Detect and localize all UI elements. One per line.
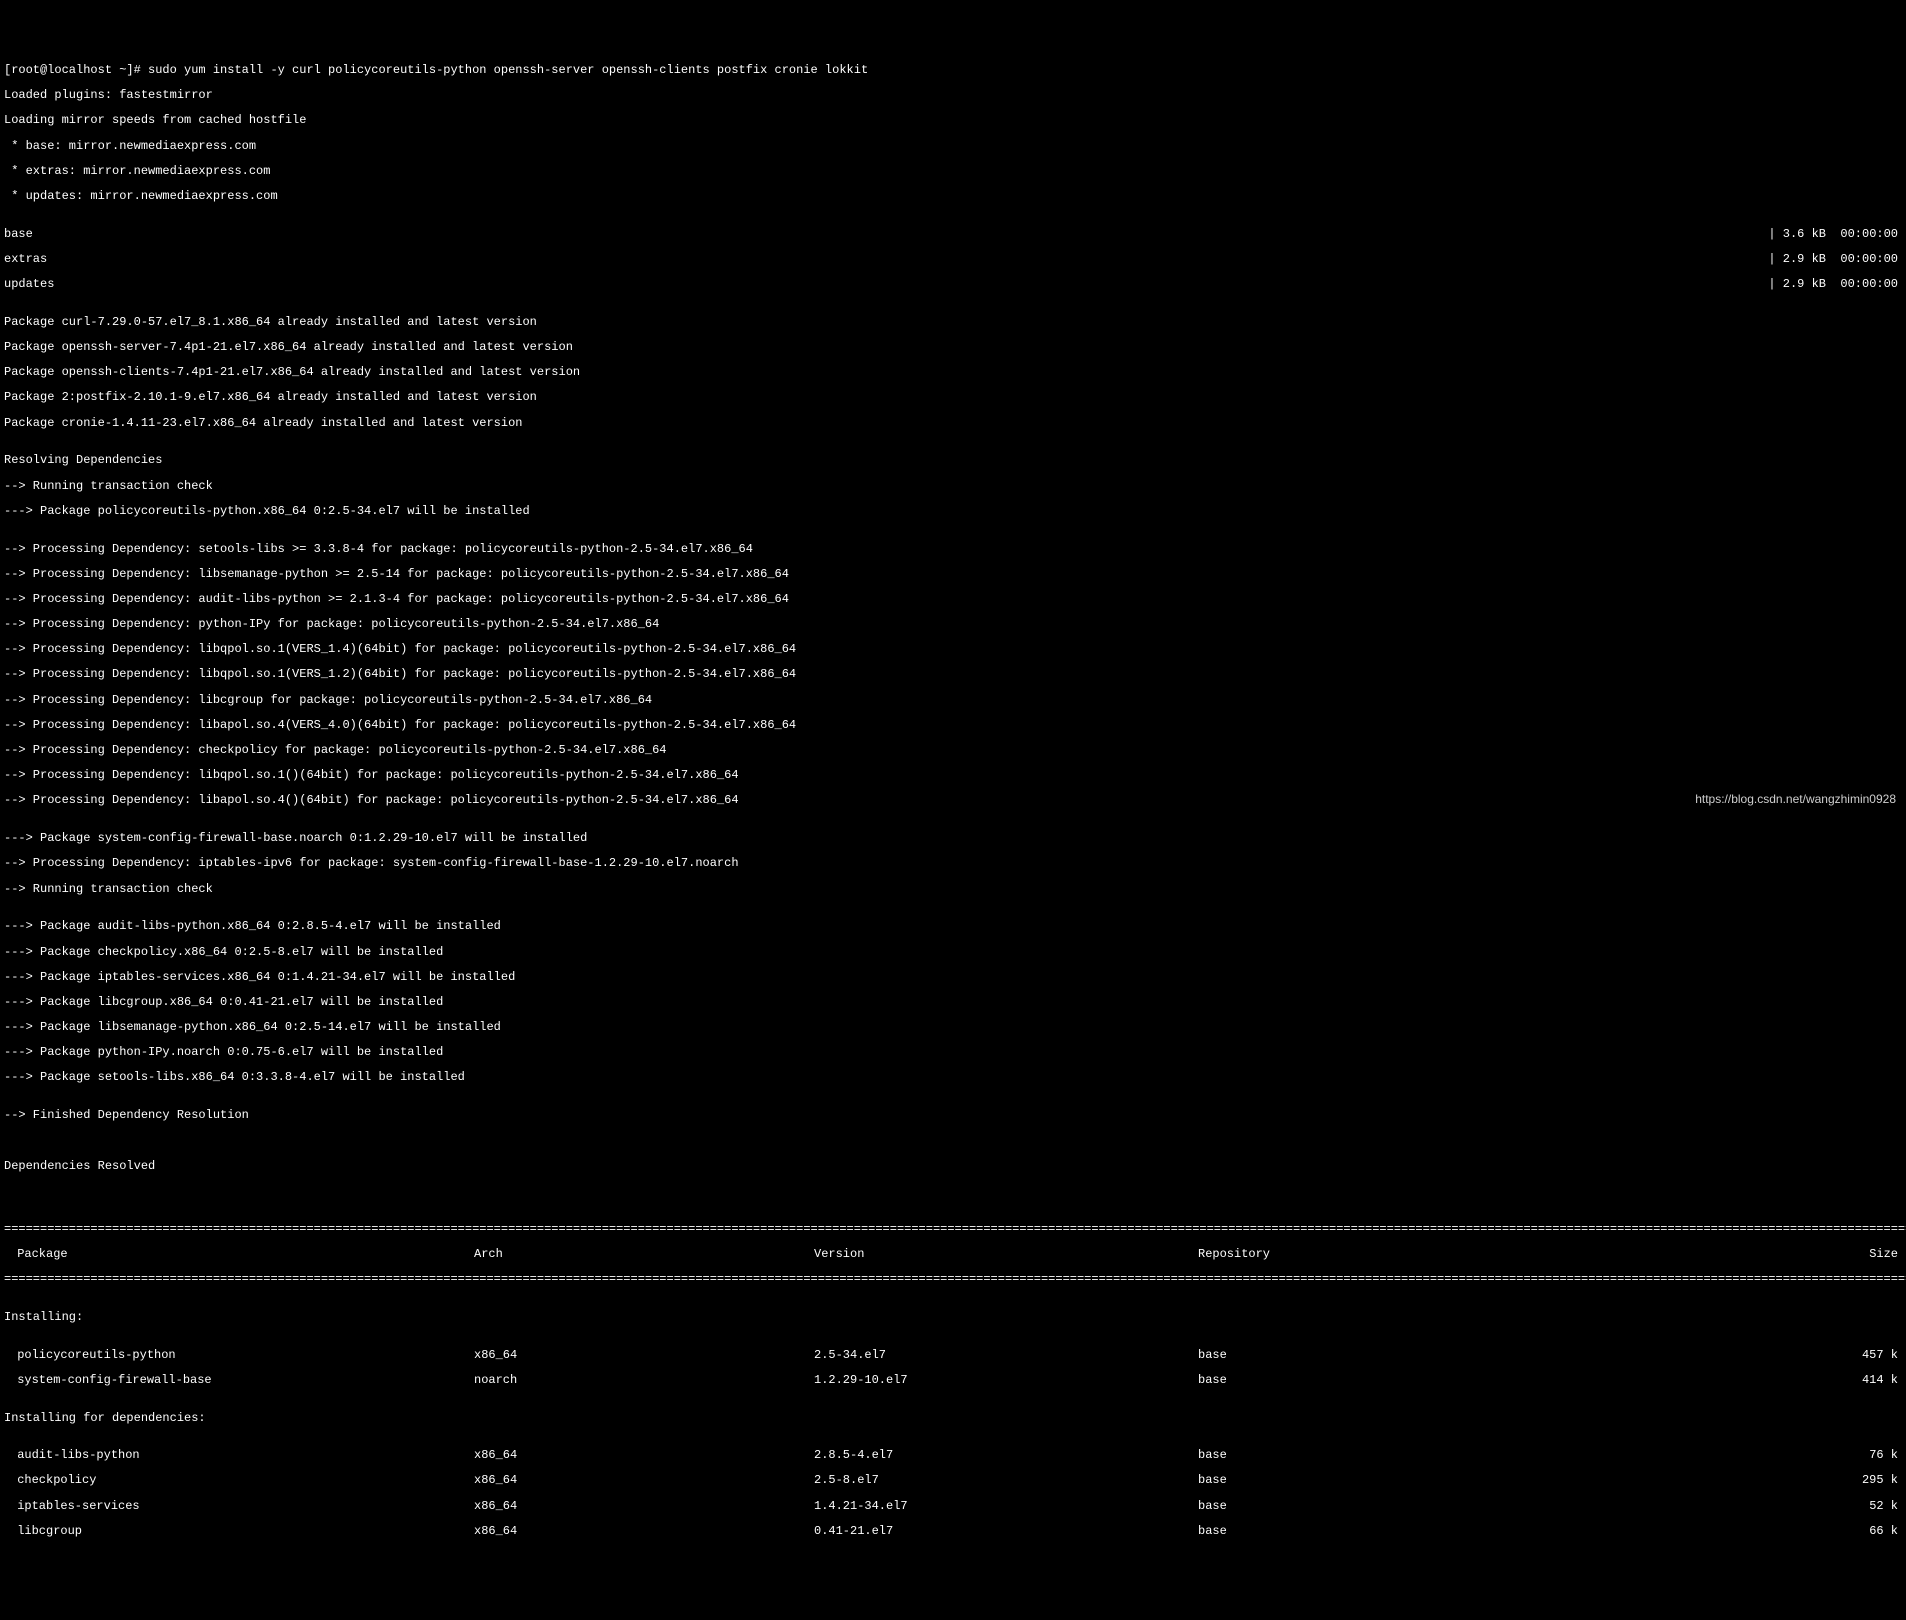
installed-msg: Package 2:postfix-2.10.1-9.el7.x86_64 al… <box>4 391 1902 404</box>
repo-meta: | 3.6 kB 00:00:00 <box>1430 228 1902 241</box>
cell-arch: noarch <box>474 1374 814 1387</box>
blank-line <box>4 1134 1902 1147</box>
cell-version: 1.2.29-10.el7 <box>814 1374 1198 1387</box>
cell-package: iptables-services <box>4 1500 474 1513</box>
plugins-line: Loaded plugins: fastestmirror <box>4 89 1902 102</box>
col-size: Size <box>1531 1248 1902 1261</box>
watermark: https://blog.csdn.net/wangzhimin0928 <box>1695 793 1896 806</box>
deps-resolved: Dependencies Resolved <box>4 1160 1902 1173</box>
installed-msg: Package openssh-clients-7.4p1-21.el7.x86… <box>4 366 1902 379</box>
cell-repo: base <box>1198 1349 1531 1362</box>
col-version: Version <box>814 1248 1198 1261</box>
cell-package: policycoreutils-python <box>4 1349 474 1362</box>
cell-repo: base <box>1198 1374 1531 1387</box>
cell-arch: x86_64 <box>474 1500 814 1513</box>
cell-repo: base <box>1198 1449 1531 1462</box>
cell-repo: base <box>1198 1474 1531 1487</box>
repo-name: extras <box>4 253 1430 266</box>
table-row: audit-libs-python x86_64 2.8.5-4.el7 bas… <box>4 1449 1902 1462</box>
dep-line: --> Processing Dependency: audit-libs-py… <box>4 593 1902 606</box>
col-package: Package <box>4 1248 474 1261</box>
hr-line: ========================================… <box>4 1223 1902 1236</box>
pkg-will-install: ---> Package iptables-services.x86_64 0:… <box>4 971 1902 984</box>
mirror-updates: * updates: mirror.newmediaexpress.com <box>4 190 1902 203</box>
repo-meta: | 2.9 kB 00:00:00 <box>1430 278 1902 291</box>
dep-line: --> Processing Dependency: libqpol.so.1(… <box>4 668 1902 681</box>
repo-meta: | 2.9 kB 00:00:00 <box>1430 253 1902 266</box>
repo-row: updates| 2.9 kB 00:00:00 <box>4 278 1902 291</box>
cell-package: libcgroup <box>4 1525 474 1538</box>
table-header-row: Package Arch Version Repository Size <box>4 1248 1902 1261</box>
mirror-base: * base: mirror.newmediaexpress.com <box>4 140 1902 153</box>
cell-package: audit-libs-python <box>4 1449 474 1462</box>
mirror-speed-line: Loading mirror speeds from cached hostfi… <box>4 114 1902 127</box>
cell-package: checkpolicy <box>4 1474 474 1487</box>
cell-version: 2.8.5-4.el7 <box>814 1449 1198 1462</box>
table-row: libcgroup x86_64 0.41-21.el7 base 66 k <box>4 1525 1902 1538</box>
cell-repo: base <box>1198 1525 1531 1538</box>
cell-package: system-config-firewall-base <box>4 1374 474 1387</box>
hr-line: ========================================… <box>4 1273 1902 1286</box>
terminal[interactable]: [root@localhost ~]# sudo yum install -y … <box>4 51 1902 1550</box>
resolve-header: Resolving Dependencies <box>4 454 1902 467</box>
cell-version: 0.41-21.el7 <box>814 1525 1198 1538</box>
dep-line: --> Processing Dependency: setools-libs … <box>4 543 1902 556</box>
pkg-will-install: ---> Package checkpolicy.x86_64 0:2.5-8.… <box>4 946 1902 959</box>
pkg-will-install: ---> Package libcgroup.x86_64 0:0.41-21.… <box>4 996 1902 1009</box>
finished-resolution: --> Finished Dependency Resolution <box>4 1109 1902 1122</box>
cell-version: 2.5-8.el7 <box>814 1474 1198 1487</box>
repo-row: base| 3.6 kB 00:00:00 <box>4 228 1902 241</box>
cell-repo: base <box>1198 1500 1531 1513</box>
pkg-will-install: ---> Package policycoreutils-python.x86_… <box>4 505 1902 518</box>
pkg-will-install: ---> Package system-config-firewall-base… <box>4 832 1902 845</box>
cell-version: 1.4.21-34.el7 <box>814 1500 1198 1513</box>
dep-line: --> Processing Dependency: python-IPy fo… <box>4 618 1902 631</box>
cell-size: 295 k <box>1531 1474 1902 1487</box>
prompt-line: [root@localhost ~]# sudo yum install -y … <box>4 64 1902 77</box>
installed-msg: Package curl-7.29.0-57.el7_8.1.x86_64 al… <box>4 316 1902 329</box>
dep-line: --> Processing Dependency: libsemanage-p… <box>4 568 1902 581</box>
cell-arch: x86_64 <box>474 1474 814 1487</box>
mirror-extras: * extras: mirror.newmediaexpress.com <box>4 165 1902 178</box>
table-row: system-config-firewall-base noarch 1.2.2… <box>4 1374 1902 1387</box>
cell-size: 66 k <box>1531 1525 1902 1538</box>
pkg-will-install: ---> Package libsemanage-python.x86_64 0… <box>4 1021 1902 1034</box>
cell-size: 414 k <box>1531 1374 1902 1387</box>
blank-line <box>4 1185 1902 1198</box>
table-row: policycoreutils-python x86_64 2.5-34.el7… <box>4 1349 1902 1362</box>
txn-check: --> Running transaction check <box>4 883 1902 896</box>
cell-size: 52 k <box>1531 1500 1902 1513</box>
col-arch: Arch <box>474 1248 814 1261</box>
dep-line: --> Processing Dependency: libapol.so.4(… <box>4 719 1902 732</box>
cell-size: 457 k <box>1531 1349 1902 1362</box>
cell-arch: x86_64 <box>474 1349 814 1362</box>
table-row: iptables-services x86_64 1.4.21-34.el7 b… <box>4 1500 1902 1513</box>
installing-header: Installing: <box>4 1311 1902 1324</box>
txn-check: --> Running transaction check <box>4 480 1902 493</box>
repo-row: extras| 2.9 kB 00:00:00 <box>4 253 1902 266</box>
repo-name: base <box>4 228 1430 241</box>
dep-line: --> Processing Dependency: libqpol.so.1(… <box>4 769 1902 782</box>
cell-size: 76 k <box>1531 1449 1902 1462</box>
dep-line: --> Processing Dependency: iptables-ipv6… <box>4 857 1902 870</box>
installed-msg: Package openssh-server-7.4p1-21.el7.x86_… <box>4 341 1902 354</box>
cell-arch: x86_64 <box>474 1449 814 1462</box>
dep-line: --> Processing Dependency: libqpol.so.1(… <box>4 643 1902 656</box>
repo-name: updates <box>4 278 1430 291</box>
pkg-will-install: ---> Package setools-libs.x86_64 0:3.3.8… <box>4 1071 1902 1084</box>
col-repository: Repository <box>1198 1248 1531 1261</box>
table-row: checkpolicy x86_64 2.5-8.el7 base 295 k <box>4 1474 1902 1487</box>
installed-msg: Package cronie-1.4.11-23.el7.x86_64 alre… <box>4 417 1902 430</box>
dep-line: --> Processing Dependency: libcgroup for… <box>4 694 1902 707</box>
cell-arch: x86_64 <box>474 1525 814 1538</box>
dep-line: --> Processing Dependency: libapol.so.4(… <box>4 794 1902 807</box>
cell-version: 2.5-34.el7 <box>814 1349 1198 1362</box>
dep-line: --> Processing Dependency: checkpolicy f… <box>4 744 1902 757</box>
deps-header: Installing for dependencies: <box>4 1412 1902 1425</box>
pkg-will-install: ---> Package python-IPy.noarch 0:0.75-6.… <box>4 1046 1902 1059</box>
pkg-will-install: ---> Package audit-libs-python.x86_64 0:… <box>4 920 1902 933</box>
